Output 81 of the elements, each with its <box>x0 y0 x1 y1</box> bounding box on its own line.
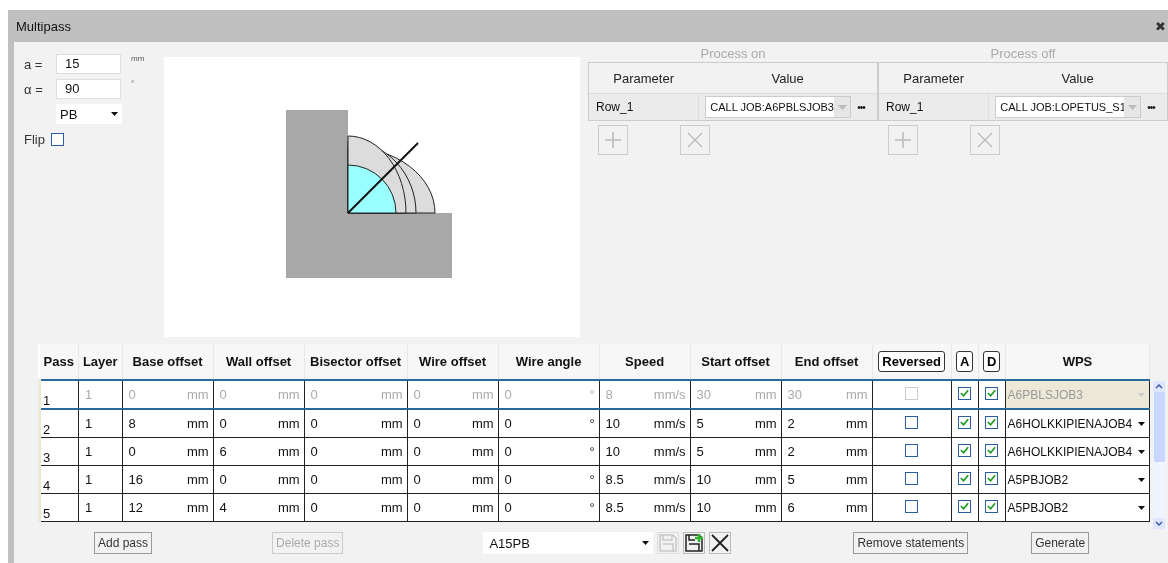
plus-icon <box>604 131 622 149</box>
column-header: Value <box>770 70 805 86</box>
checkbox[interactable] <box>905 443 919 457</box>
column-button[interactable]: A <box>955 351 974 372</box>
column-header: Base offset <box>132 354 203 369</box>
checkbox[interactable] <box>958 471 972 485</box>
table-cell-text: Row_1 <box>885 100 925 114</box>
input-field[interactable]: 90 <box>56 79 121 99</box>
close-button[interactable]: ✖ <box>1153 18 1168 34</box>
column-header: Bisector offset <box>310 354 402 369</box>
caret-icon <box>642 541 650 545</box>
checkbox[interactable] <box>985 443 999 457</box>
checkbox[interactable] <box>905 471 919 485</box>
checkbox[interactable] <box>958 499 972 513</box>
checkbox[interactable] <box>905 499 919 513</box>
column-header: Parameter <box>612 70 675 86</box>
delete-button[interactable] <box>709 532 732 554</box>
more-button[interactable]: ••• <box>1147 101 1155 113</box>
scrollbar[interactable] <box>1153 381 1166 529</box>
column-button[interactable]: D <box>982 351 1001 372</box>
window-title: Multipass <box>16 18 71 34</box>
caret-icon <box>834 97 851 117</box>
table-cell: 3 <box>43 450 51 465</box>
table-cell-text: Row_1 <box>595 100 635 114</box>
position-dropdown[interactable]: PB <box>56 104 122 124</box>
checkbox[interactable] <box>958 415 972 429</box>
wps-dropdown[interactable]: A5PBJOB2 <box>1005 466 1150 493</box>
section-title: Process on <box>699 46 767 62</box>
column-header: Wire angle <box>515 354 582 369</box>
x-icon <box>686 131 704 149</box>
checkbox[interactable] <box>985 415 999 429</box>
column-header: Value <box>1060 70 1095 86</box>
preset-dropdown[interactable]: A15PB <box>483 532 654 554</box>
checkbox[interactable] <box>985 471 999 485</box>
table-cell: 4 <box>43 478 51 493</box>
wps-dropdown[interactable]: A6HOLKKIPIENAJOB4 <box>1005 438 1150 465</box>
caret-icon <box>1138 392 1146 397</box>
wps-dropdown[interactable]: A5PBJOB2 <box>1005 494 1150 521</box>
table-cell: 1 <box>43 393 51 408</box>
caret-icon <box>1138 449 1146 454</box>
checkbox[interactable] <box>985 499 999 513</box>
input-field[interactable]: 15 <box>56 54 121 74</box>
caret-icon <box>111 112 118 116</box>
unit-label: mm <box>131 54 145 63</box>
value-dropdown[interactable]: CALL JOB:A6PBLSJOB3 <box>705 96 852 118</box>
table-cell: 5 <box>43 506 51 521</box>
checkbox[interactable] <box>905 415 919 429</box>
generate-button[interactable]: Generate <box>1031 532 1090 554</box>
column-header: End offset <box>794 354 859 369</box>
remove-statements-button[interactable]: Remove statements <box>853 532 969 554</box>
column-header: Pass <box>43 354 74 369</box>
caret-icon <box>1138 505 1146 510</box>
scroll-down-icon[interactable] <box>1153 518 1166 529</box>
plus-icon <box>894 131 912 149</box>
scroll-up-icon[interactable] <box>1153 381 1166 392</box>
table-cell: 2 <box>43 422 51 437</box>
checkbox[interactable] <box>50 132 64 146</box>
column-header: Parameter <box>902 70 965 86</box>
column-header: WPS <box>1062 354 1093 369</box>
x-icon <box>976 131 994 149</box>
column-header: Start offset <box>701 354 770 369</box>
caret-icon <box>1138 477 1146 482</box>
wps-dropdown[interactable]: A6HOLKKIPIENAJOB4 <box>1005 410 1150 437</box>
caret-icon <box>1138 421 1146 426</box>
caret-icon <box>1124 97 1141 117</box>
field-label: a = <box>24 56 44 72</box>
column-header: Wire offset <box>419 354 487 369</box>
x-icon <box>711 534 730 552</box>
column-header: Wall offset <box>225 354 292 369</box>
column-header: Speed <box>625 354 665 369</box>
section-title: Process off <box>989 46 1057 62</box>
save-new-button[interactable] <box>683 532 706 554</box>
unit-label: ° <box>131 79 135 88</box>
floppy-disk-plus-icon <box>685 534 704 552</box>
add-pass-button[interactable]: Add pass <box>94 532 153 554</box>
flip-label: Flip <box>24 131 45 147</box>
checkbox[interactable] <box>958 443 972 457</box>
more-button[interactable]: ••• <box>857 101 865 113</box>
column-header: Layer <box>82 354 118 369</box>
column-button[interactable]: Reversed <box>878 351 945 372</box>
field-label: α = <box>24 81 44 97</box>
